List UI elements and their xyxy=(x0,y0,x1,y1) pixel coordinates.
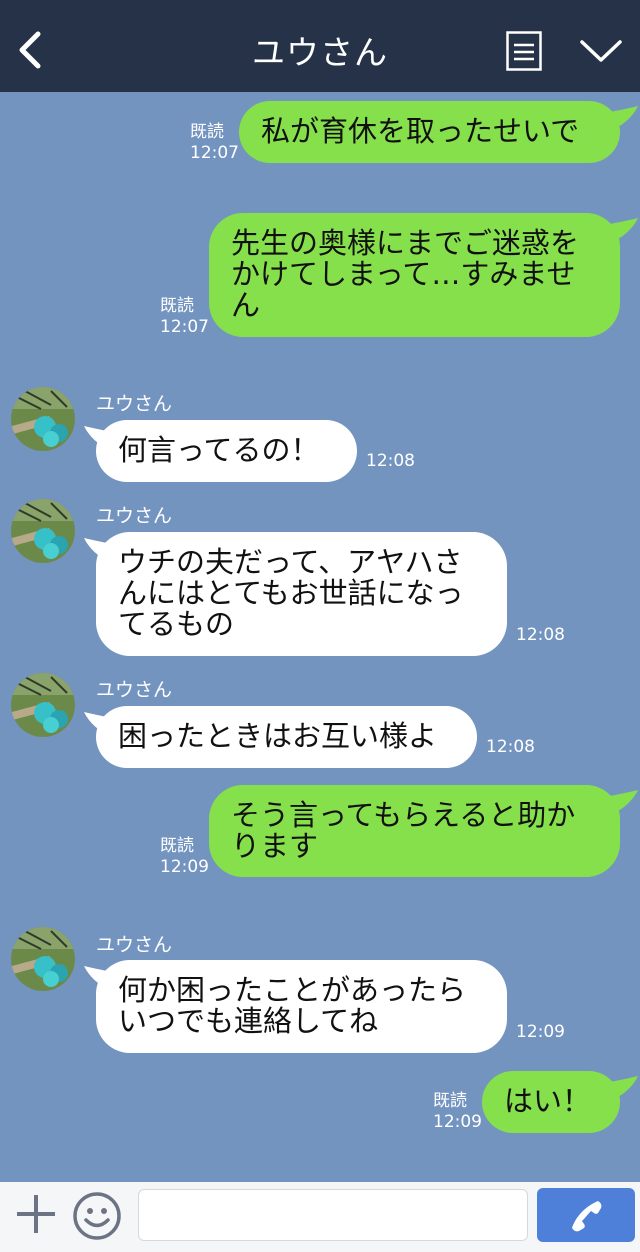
message-time: 12:08 xyxy=(516,625,565,645)
notes-icon[interactable] xyxy=(506,31,542,71)
avatar[interactable] xyxy=(11,387,75,451)
outgoing-message[interactable]: 先生の奥様にまでご迷惑を かけてしまって…すみませ ん xyxy=(209,213,620,337)
sender-name: ユウさん xyxy=(96,679,173,701)
message-list[interactable]: 既読 12:07 私が育休を取ったせいで 既読 12:07 先生の奥様にまでご迷惑を… xyxy=(0,92,640,1182)
message-input[interactable] xyxy=(138,1189,528,1241)
message-composer xyxy=(0,1182,640,1252)
message-time: 12:08 xyxy=(366,451,415,471)
phone-icon xyxy=(572,1201,602,1232)
sender-name: ユウさん xyxy=(96,505,173,527)
read-receipt: 既読 12:09 xyxy=(160,836,209,877)
avatar[interactable] xyxy=(11,499,75,563)
avatar[interactable] xyxy=(11,927,75,991)
chevron-down-icon[interactable] xyxy=(578,36,624,68)
call-button[interactable] xyxy=(537,1188,635,1242)
read-receipt: 既読 12:09 xyxy=(433,1091,482,1132)
bubble-tail xyxy=(610,1076,638,1100)
read-receipt: 既読 12:07 xyxy=(190,122,239,163)
plus-icon[interactable] xyxy=(14,1192,58,1236)
incoming-message[interactable]: 何言ってるの！ xyxy=(96,420,357,482)
bubble-tail xyxy=(610,106,638,130)
bubble-tail xyxy=(610,218,638,242)
outgoing-message[interactable]: 私が育休を取ったせいで xyxy=(239,101,620,163)
outgoing-message[interactable]: そう言ってもらえると助か ります xyxy=(209,785,620,877)
outgoing-message[interactable]: はい！ xyxy=(482,1071,620,1133)
message-time: 12:09 xyxy=(516,1022,565,1042)
incoming-message[interactable]: ウチの夫だって、アヤハさ んにはとてもお世話になっ てるもの xyxy=(96,532,507,656)
smiley-icon[interactable] xyxy=(72,1191,122,1241)
incoming-message[interactable]: 困ったときはお互い様よ xyxy=(96,706,477,768)
bubble-tail xyxy=(610,790,638,814)
avatar[interactable] xyxy=(11,673,75,737)
incoming-message[interactable]: 何か困ったことがあったら いつでも連絡してね xyxy=(96,960,507,1053)
read-receipt: 既読 12:07 xyxy=(160,296,209,337)
chat-title: ユウさん xyxy=(252,33,388,72)
chat-header: ユウさん xyxy=(0,0,640,92)
sender-name: ユウさん xyxy=(96,393,173,415)
message-time: 12:08 xyxy=(486,737,535,757)
sender-name: ユウさん xyxy=(96,934,173,956)
